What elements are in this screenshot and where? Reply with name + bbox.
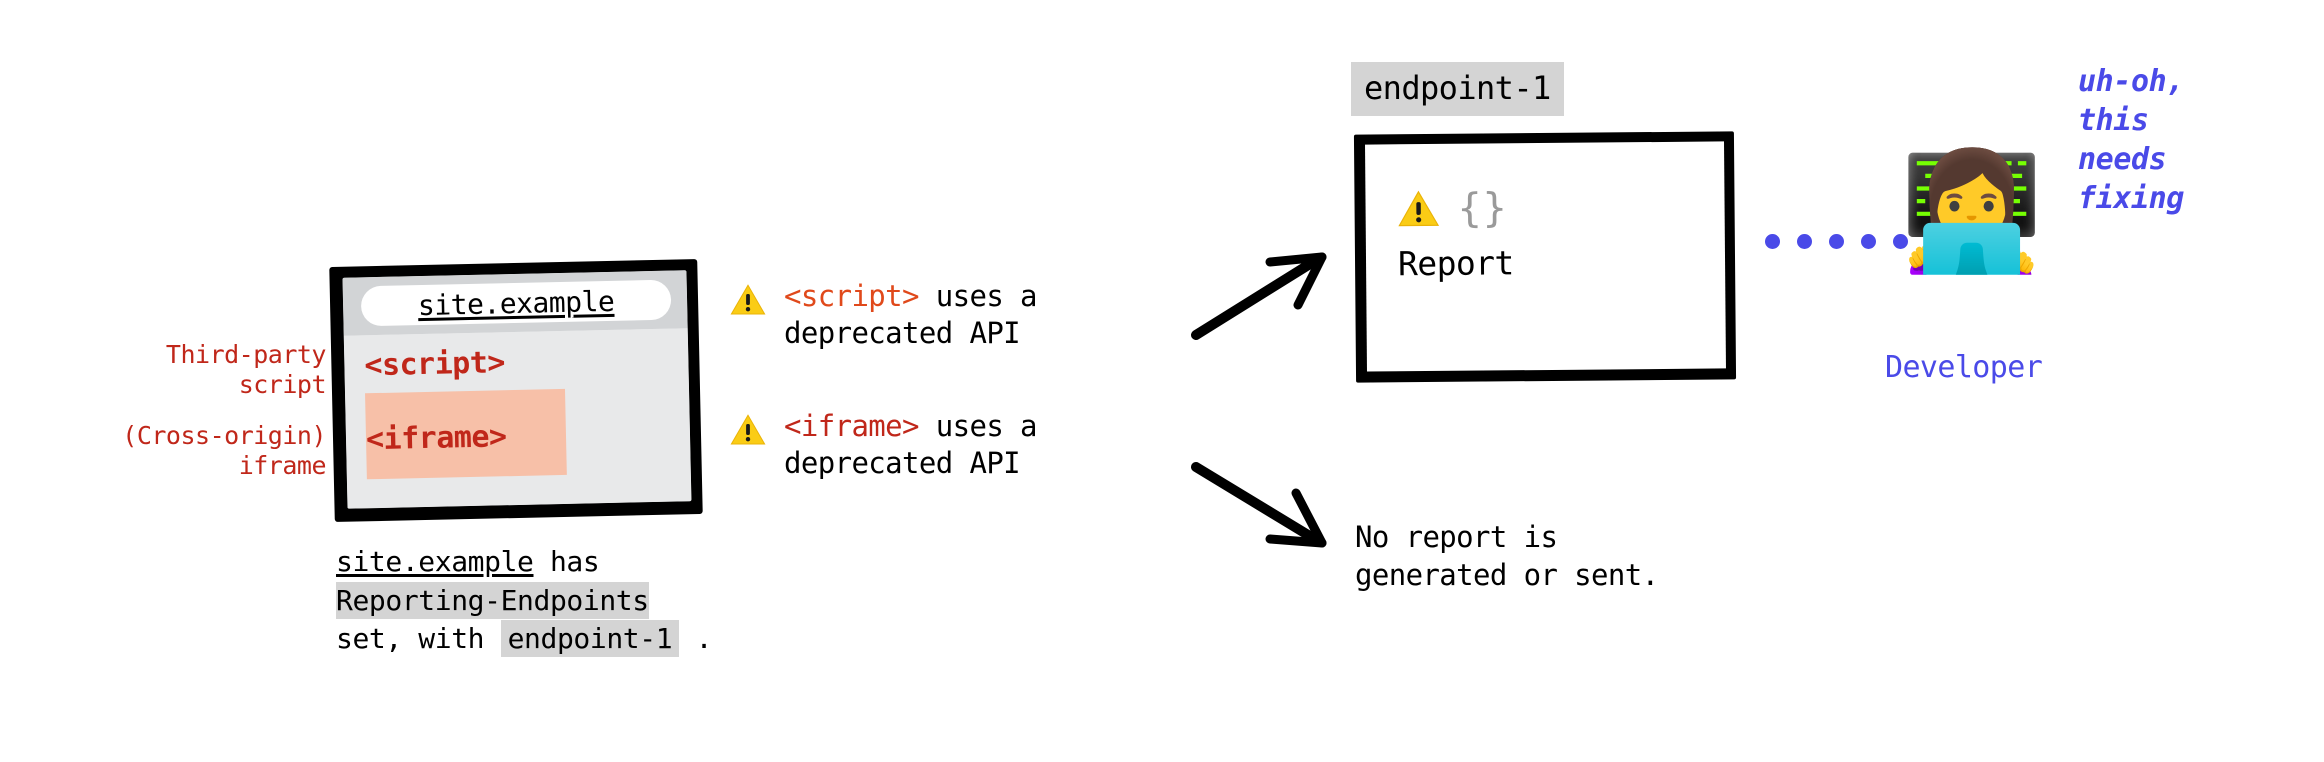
warning-line-1: <script> uses a <box>784 278 1038 315</box>
warning-tag-script: <script> <box>784 279 919 313</box>
arrow-to-report <box>1191 252 1327 340</box>
thought-line: uh-oh, <box>2078 64 2184 99</box>
browser-window-viewport: site.example <script> <iframe> <box>342 270 692 509</box>
report-content: {} Report <box>1397 185 1514 284</box>
warning-triangle-icon <box>730 284 766 315</box>
no-report-message: No report is generated or sent. <box>1355 518 1659 595</box>
caption-site-link: site.example <box>336 545 534 578</box>
caption-line-3: set, with endpoint-1 . <box>336 620 712 659</box>
warning-row-script: <script> uses a deprecated API <box>730 278 1038 352</box>
annotation-line: script <box>238 369 327 399</box>
page-tag-iframe: <iframe> <box>365 419 507 458</box>
warning-line-2: deprecated API <box>784 446 1021 481</box>
warning-message-script: <script> uses a deprecated API <box>784 278 1038 352</box>
thought-line: needs <box>2078 142 2167 177</box>
browser-chrome-bar: site.example <box>342 270 688 336</box>
endpoint-label: endpoint-1 <box>1351 62 1564 116</box>
no-report-line-1: No report is <box>1355 520 1558 554</box>
report-box-frame: {} Report <box>1353 131 1737 383</box>
connector-dot <box>1829 234 1844 249</box>
thought-line: fixing <box>2078 181 2184 216</box>
connector-dot <box>1797 234 1812 249</box>
woman-technologist-emoji: 👩‍💻 <box>1900 145 2044 279</box>
connector-dot <box>1861 234 1876 249</box>
report-icon-row: {} <box>1397 185 1513 232</box>
developer-avatar: 👩‍💻 <box>1900 155 2060 315</box>
url-text: site.example <box>417 284 615 322</box>
warning-text: uses a <box>918 409 1038 443</box>
warning-triangle-icon <box>1398 190 1440 227</box>
warning-line-2: deprecated API <box>784 316 1021 351</box>
annotation-third-party-script: Third-party script <box>36 340 327 399</box>
warning-row-iframe: <iframe> uses a deprecated API <box>730 408 1038 482</box>
caption-text: set, with <box>336 622 501 656</box>
caption-line-1: site.example has <box>336 543 712 582</box>
caption-line-2: Reporting-Endpoints <box>336 581 712 621</box>
report-label: Report <box>1397 243 1514 284</box>
left-annotations-group: Third-party script (Cross-origin) iframe <box>36 340 326 480</box>
url-bar[interactable]: site.example <box>360 279 672 327</box>
caption-code-reporting-endpoints: Reporting-Endpoints <box>336 581 649 619</box>
thought-line: this <box>2078 103 2149 138</box>
arrow-to-no-report <box>1191 462 1327 548</box>
warning-triangle-icon <box>730 414 766 445</box>
annotation-line: iframe <box>238 450 327 480</box>
json-braces-icon: {} <box>1457 185 1508 232</box>
report-box: {} Report <box>1353 131 1737 383</box>
developer-label: Developer <box>1885 350 2043 385</box>
caption-text: has <box>533 545 600 578</box>
developer-thought-text: uh-oh, this needs fixing <box>2078 62 2184 218</box>
browser-caption: site.example has Reporting-Endpoints set… <box>336 543 712 659</box>
caption-code-endpoint-1: endpoint-1 <box>500 620 680 658</box>
warning-line-1: <iframe> uses a <box>784 408 1038 445</box>
page-tag-script: <script> <box>364 345 506 384</box>
annotation-cross-origin-iframe: (Cross-origin) iframe <box>36 421 326 480</box>
no-report-line-2: generated or sent. <box>1355 558 1659 593</box>
annotation-line: Third-party <box>165 340 327 369</box>
annotation-line: (Cross-origin) <box>122 421 326 450</box>
connector-dot <box>1765 234 1780 249</box>
warning-text: uses a <box>918 279 1038 313</box>
browser-page-body: <script> <iframe> <box>343 328 692 509</box>
caption-text: . <box>679 622 713 656</box>
warning-message-iframe: <iframe> uses a deprecated API <box>784 408 1038 482</box>
warning-tag-iframe: <iframe> <box>784 409 919 443</box>
browser-window: site.example <script> <iframe> <box>329 259 703 522</box>
browser-window-frame: site.example <script> <iframe> <box>329 259 703 522</box>
report-box-inner: {} Report <box>1365 141 1726 372</box>
